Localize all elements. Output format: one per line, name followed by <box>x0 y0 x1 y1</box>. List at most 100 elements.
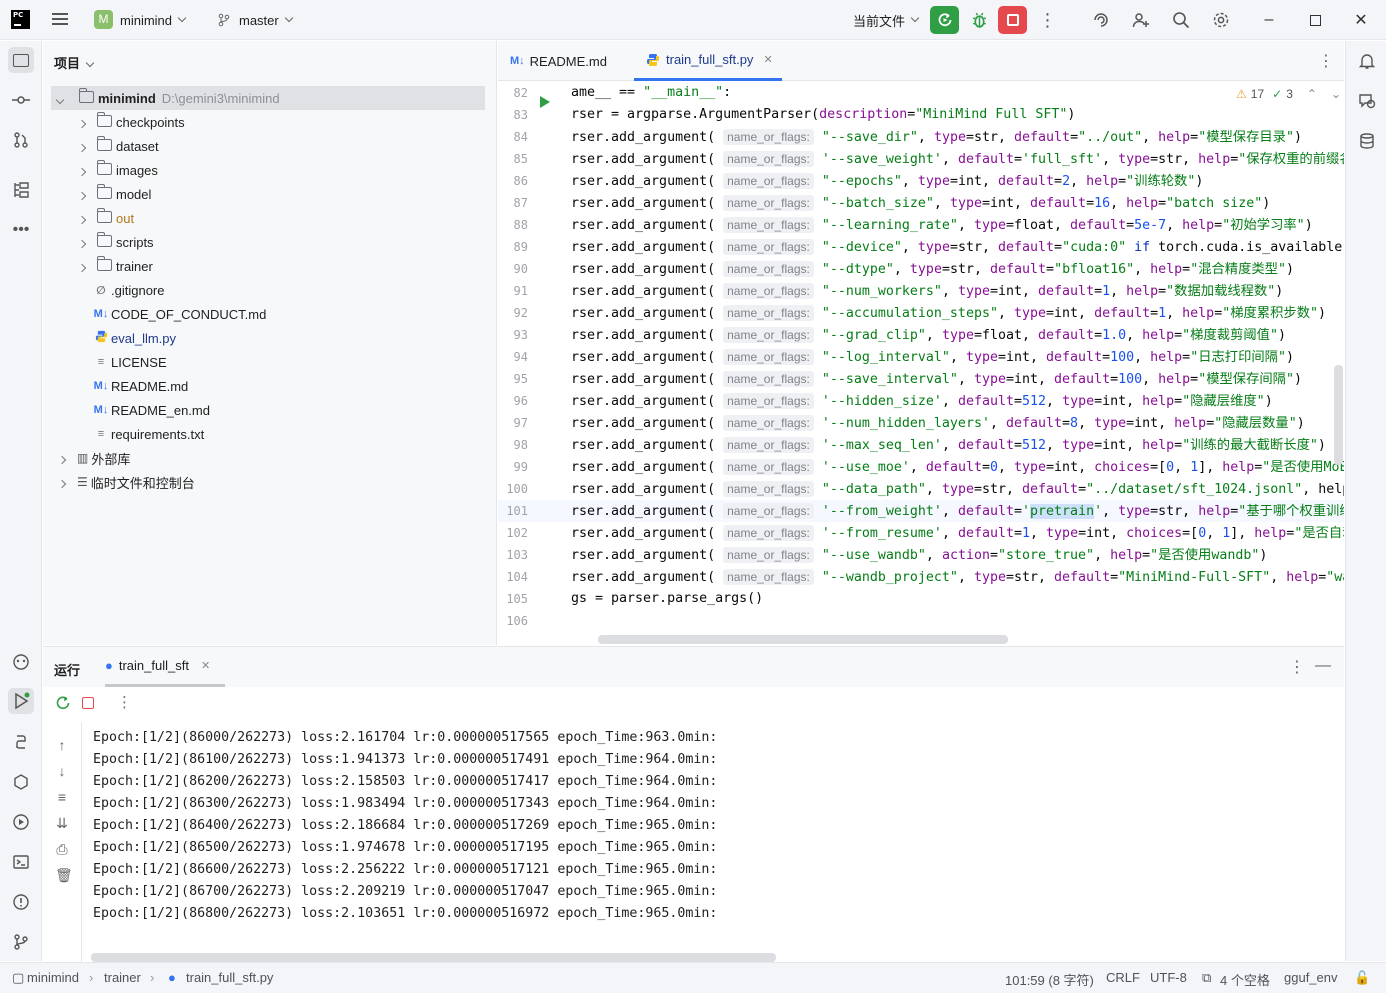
cursor-position[interactable]: 101:59 (8 字符) <box>1005 970 1094 989</box>
code-line[interactable]: 91 rser.add_argument( name_or_flags: "--n… <box>498 280 1344 302</box>
hide-panel-icon[interactable]: — <box>1315 657 1331 675</box>
code-line[interactable]: 92 rser.add_argument( name_or_flags: "--a… <box>498 302 1344 324</box>
stop-icon[interactable] <box>82 697 94 709</box>
tree-folder[interactable]: scripts <box>43 230 497 254</box>
tree-file[interactable]: ≡ LICENSE <box>43 350 497 374</box>
code-line[interactable]: 105 gs = parser.parse_args() <box>498 588 1344 610</box>
python-packages-icon[interactable] <box>8 649 34 675</box>
terminal-icon[interactable] <box>8 849 34 875</box>
add-user-icon[interactable] <box>1126 6 1155 34</box>
code-line[interactable]: 96 rser.add_argument( name_or_flags: '--h… <box>498 390 1344 412</box>
more-icon[interactable]: ⋮ <box>117 693 132 711</box>
interpreter[interactable]: gguf_env <box>1284 970 1338 985</box>
scroll-down-icon[interactable]: ↓ <box>55 758 69 784</box>
scroll-up-icon[interactable]: ↑ <box>55 732 69 758</box>
code-line[interactable]: 93 rser.add_argument( name_or_flags: "--g… <box>498 324 1344 346</box>
prev-highlight-icon[interactable]: ⌃ <box>1307 87 1317 101</box>
next-highlight-icon[interactable]: ⌄ <box>1331 87 1341 101</box>
project-selector[interactable]: minimind <box>120 0 187 40</box>
external-libraries[interactable]: ▥ 外部库 <box>43 446 497 470</box>
horizontal-scrollbar[interactable] <box>598 635 1008 644</box>
tree-file[interactable]: M↓ README_en.md <box>43 398 497 422</box>
stop-button[interactable] <box>998 6 1027 34</box>
tree-folder[interactable]: trainer <box>43 254 497 278</box>
branch-selector[interactable]: master <box>217 0 293 40</box>
breadcrumb-folder[interactable]: trainer <box>104 970 141 985</box>
close-tab-icon[interactable]: ✕ <box>763 53 772 66</box>
code-line[interactable]: 88 rser.add_argument( name_or_flags: "--l… <box>498 214 1344 236</box>
python-console-icon[interactable] <box>8 729 34 755</box>
code-line[interactable]: 82 ame__ == "__main__": <box>498 82 1344 104</box>
run-services-icon[interactable] <box>8 809 34 835</box>
code-line[interactable]: 86 rser.add_argument( name_or_flags: "--e… <box>498 170 1344 192</box>
code-line[interactable]: 95 rser.add_argument( name_or_flags: "--s… <box>498 368 1344 390</box>
lock-icon[interactable]: 🔓 <box>1354 970 1370 986</box>
tree-folder[interactable]: out <box>43 206 497 230</box>
code-line[interactable]: 90 rser.add_argument( name_or_flags: "--d… <box>498 258 1344 280</box>
run-tool-icon[interactable] <box>8 688 34 714</box>
tree-file[interactable]: ∅ .gitignore <box>43 278 497 302</box>
code-area[interactable]: 82 ame__ == "__main__": 83 rser = argparse.… <box>498 81 1344 645</box>
clear-trash-icon[interactable]: 🗑 <box>55 862 73 888</box>
tree-folder[interactable]: checkpoints <box>43 110 497 134</box>
code-line[interactable]: 102 rser.add_argument( name_or_flags: '--… <box>498 522 1344 544</box>
file-encoding[interactable]: UTF-8 <box>1150 970 1187 985</box>
debug-button[interactable] <box>965 6 994 34</box>
main-menu-icon[interactable] <box>52 13 68 25</box>
line-separator[interactable]: CRLF <box>1106 970 1140 985</box>
tree-file[interactable]: M↓ CODE_OF_CONDUCT.md <box>43 302 497 326</box>
problems-icon[interactable] <box>8 889 34 915</box>
code-line[interactable]: 85 rser.add_argument( name_or_flags: '--s… <box>498 148 1344 170</box>
close-button[interactable]: ✕ <box>1338 0 1384 40</box>
git-icon[interactable] <box>8 929 34 955</box>
tree-file[interactable]: M↓ README.md <box>43 374 497 398</box>
pull-requests-icon[interactable] <box>8 127 34 153</box>
maximize-button[interactable] <box>1292 0 1338 40</box>
vertical-scrollbar[interactable] <box>1334 365 1343 465</box>
run-gutter-icon[interactable] <box>540 96 550 108</box>
console-output[interactable]: Epoch:[1/2](86000/262273) loss:2.161704 … <box>81 722 1344 962</box>
code-line[interactable]: 84 rser.add_argument( name_or_flags: "--s… <box>498 126 1344 148</box>
project-tool-icon[interactable] <box>8 47 34 73</box>
soft-wrap-icon[interactable]: ≡ <box>55 784 69 810</box>
tab-options-icon[interactable]: ⋮ <box>1318 51 1334 71</box>
tree-folder[interactable]: dataset <box>43 134 497 158</box>
services-icon[interactable] <box>8 769 34 795</box>
code-line[interactable]: 97 rser.add_argument( name_or_flags: '--n… <box>498 412 1344 434</box>
code-line[interactable]: 98 rser.add_argument( name_or_flags: '--m… <box>498 434 1344 456</box>
rerun-button[interactable] <box>930 6 959 34</box>
tab-train-full-sft[interactable]: train_full_sft.py ✕ <box>634 41 782 81</box>
run-config-selector[interactable]: 当前文件 <box>853 0 920 40</box>
tree-file[interactable]: eval_llm.py <box>43 326 497 350</box>
code-line[interactable]: 103 rser.add_argument( name_or_flags: "--… <box>498 544 1344 566</box>
code-line[interactable]: 87 rser.add_argument( name_or_flags: "--b… <box>498 192 1344 214</box>
scroll-to-end-icon[interactable]: ⇊ <box>55 810 69 836</box>
console-scrollbar[interactable] <box>91 953 776 962</box>
ai-assistant-icon[interactable] <box>1086 6 1115 34</box>
run-tab[interactable]: ● train_full_sft ✕ <box>105 647 225 687</box>
tree-folder[interactable]: images <box>43 158 497 182</box>
scratches-consoles[interactable]: ☰ 临时文件和控制台 <box>43 470 497 494</box>
breadcrumb-project[interactable]: minimind <box>27 970 79 985</box>
structure-icon[interactable] <box>8 177 34 203</box>
tab-readme[interactable]: M↓ README.md <box>510 41 620 81</box>
settings-gear-icon[interactable] <box>1206 6 1235 34</box>
code-line[interactable]: 89 rser.add_argument( name_or_flags: "--d… <box>498 236 1344 258</box>
code-line[interactable]: 99 rser.add_argument( name_or_flags: '--u… <box>498 456 1344 478</box>
print-icon[interactable]: ⎙ <box>55 836 69 862</box>
code-line[interactable]: 101 rser.add_argument( name_or_flags: '--… <box>498 500 1344 522</box>
code-line[interactable]: 100 rser.add_argument( name_or_flags: "--… <box>498 478 1344 500</box>
tree-root[interactable]: minimind D:\gemini3\minimind <box>51 86 485 110</box>
code-line[interactable]: 83 rser = argparse.ArgumentParser(descrip… <box>498 104 1344 126</box>
indent-setting[interactable]: 4 个空格 <box>1220 970 1270 989</box>
run-options-icon[interactable]: ⋮ <box>1289 657 1305 677</box>
inspection-widget[interactable]: ⚠ 17 ✓ 3 ⌃ ⌄ <box>1236 87 1341 101</box>
tree-file[interactable]: ≡ requirements.txt <box>43 422 497 446</box>
code-line[interactable]: 94 rser.add_argument( name_or_flags: "--l… <box>498 346 1344 368</box>
minimize-button[interactable]: – <box>1246 0 1292 40</box>
project-panel-title[interactable]: 项目 <box>54 53 95 72</box>
breadcrumb-file[interactable]: train_full_sft.py <box>186 970 273 985</box>
notifications-bell-icon[interactable] <box>1354 48 1380 74</box>
more-actions-icon[interactable]: ⋮ <box>1033 6 1062 34</box>
database-icon[interactable] <box>1354 128 1380 154</box>
